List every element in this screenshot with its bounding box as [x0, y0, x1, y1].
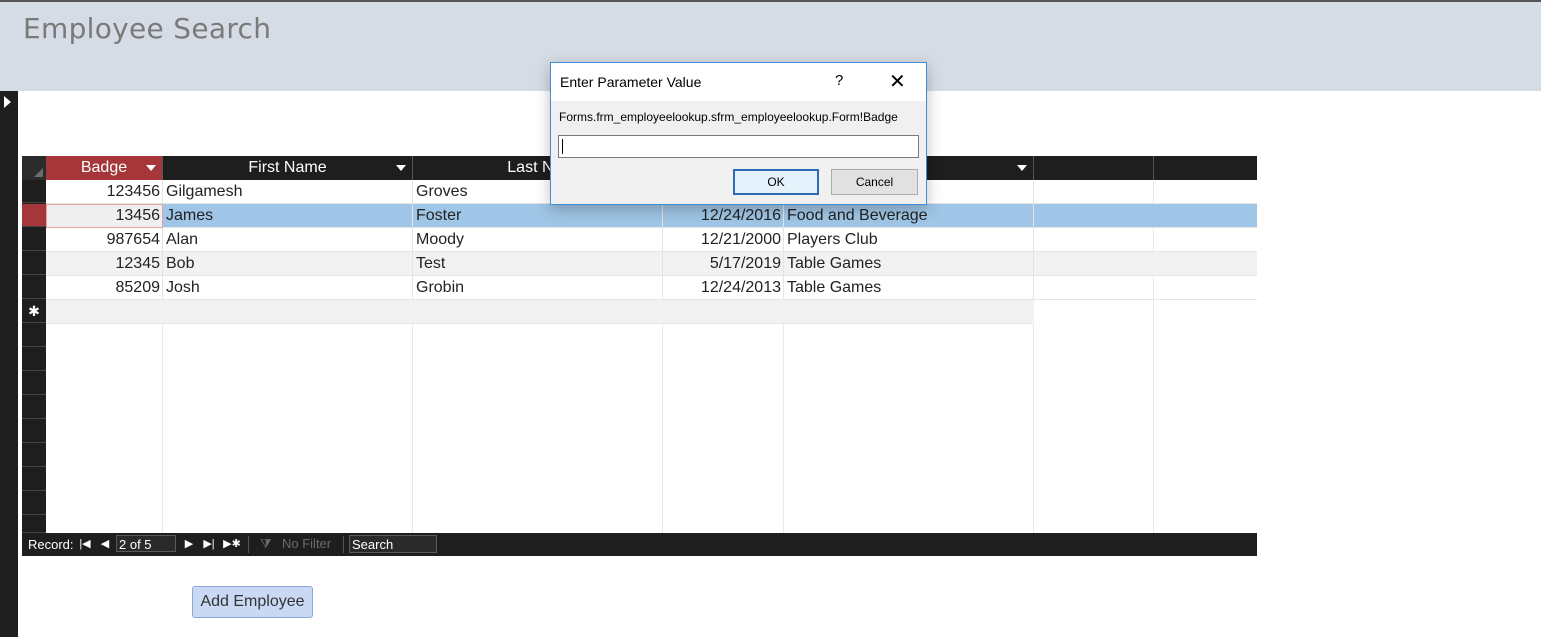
row-selector[interactable]: [22, 228, 46, 251]
first-record-icon[interactable]: |◀: [78, 536, 92, 552]
cell-first-name[interactable]: Bob: [163, 252, 413, 276]
sort-filter-dropdown-icon[interactable]: [396, 165, 406, 171]
row-selector: [22, 372, 46, 395]
row-selector[interactable]: [22, 276, 46, 299]
new-record-icon: ✱: [28, 303, 40, 319]
row-selector: [22, 444, 46, 467]
record-label: Record:: [28, 537, 74, 552]
help-icon[interactable]: ?: [835, 72, 843, 89]
dialog-title: Enter Parameter Value: [560, 74, 702, 90]
new-record-nav-icon[interactable]: ▶✱: [222, 536, 242, 552]
row-selector: [22, 420, 46, 443]
record-navigation-bar: Record: |◀ ◀ 2 of 5 ▶ ▶| ▶✱ ⧩ No Filter …: [22, 533, 1257, 556]
cell-first-name[interactable]: James: [163, 204, 413, 228]
employee-datasheet: Badge First Name Last Nar nt ✱: [22, 156, 1257, 556]
text-caret: [562, 139, 563, 154]
row-selector: [22, 324, 46, 347]
cell-last-name[interactable]: Moody: [413, 228, 663, 252]
last-record-icon[interactable]: ▶|: [202, 536, 216, 552]
column-header-empty[interactable]: [1154, 156, 1257, 180]
previous-record-icon[interactable]: ◀: [98, 536, 112, 552]
cell-badge[interactable]: 987654: [46, 228, 163, 252]
cell-badge[interactable]: 13456: [46, 204, 163, 228]
column-header-label: Badge: [80, 159, 128, 176]
table-row[interactable]: 85209 Josh Grobin 12/24/2013 Table Games: [46, 276, 1257, 300]
current-record-field[interactable]: 2 of 5: [116, 535, 176, 552]
cancel-button[interactable]: Cancel: [831, 169, 918, 195]
row-selector: [22, 396, 46, 419]
search-input[interactable]: Search: [349, 535, 437, 553]
new-record-selector[interactable]: ✱: [22, 300, 46, 323]
column-header-empty[interactable]: [1034, 156, 1154, 180]
cell-last-name[interactable]: Test: [413, 252, 663, 276]
filter-off-icon: ⧩: [260, 536, 272, 551]
table-row[interactable]: 987654 Alan Moody 12/21/2000 Players Clu…: [46, 228, 1257, 252]
cell-department[interactable]: Table Games: [784, 276, 1034, 300]
column-header-label: First Name: [248, 159, 327, 176]
cell-department[interactable]: Food and Beverage: [784, 204, 1034, 228]
cell-department[interactable]: Players Club: [784, 228, 1034, 252]
column-header-first-name[interactable]: First Name: [163, 156, 413, 180]
add-employee-button[interactable]: Add Employee: [192, 586, 313, 618]
row-selector[interactable]: [22, 252, 46, 275]
new-record-row[interactable]: [46, 300, 1034, 324]
current-record-arrow-icon: [4, 96, 11, 108]
parameter-value-input[interactable]: [558, 135, 919, 158]
cell-last-name[interactable]: Grobin: [413, 276, 663, 300]
cell-badge[interactable]: 85209: [46, 276, 163, 300]
next-record-icon[interactable]: ▶: [182, 536, 196, 552]
page-title: Employee Search: [23, 12, 272, 45]
cell-date[interactable]: 12/24/2016: [663, 204, 784, 228]
select-all-button[interactable]: [22, 156, 46, 180]
cell-department[interactable]: Table Games: [784, 252, 1034, 276]
row-selector: [22, 468, 46, 491]
row-selector: [22, 516, 46, 533]
nav-divider: [343, 536, 344, 553]
column-header-badge[interactable]: Badge: [46, 156, 163, 180]
parameter-dialog: Enter Parameter Value ? ✕ Forms.frm_empl…: [550, 62, 927, 205]
form-record-selector[interactable]: [0, 91, 18, 637]
cell-first-name[interactable]: Alan: [163, 228, 413, 252]
row-selector: [22, 492, 46, 515]
dialog-titlebar: Enter Parameter Value ? ✕: [551, 63, 926, 101]
cell-first-name[interactable]: Josh: [163, 276, 413, 300]
row-selector: [22, 348, 46, 371]
filter-toggle[interactable]: No Filter: [282, 536, 331, 551]
cell-date[interactable]: 5/17/2019: [663, 252, 784, 276]
row-selector[interactable]: [22, 180, 46, 203]
cell-date[interactable]: 12/24/2013: [663, 276, 784, 300]
parameter-prompt: Forms.frm_employeelookup.sfrm_employeelo…: [559, 110, 898, 124]
cell-badge[interactable]: 12345: [46, 252, 163, 276]
cell-date[interactable]: 12/21/2000: [663, 228, 784, 252]
row-selector-current[interactable]: [22, 204, 46, 227]
sort-filter-dropdown-icon[interactable]: [146, 165, 156, 171]
table-row-selected[interactable]: 13456 James Foster 12/24/2016 Food and B…: [46, 204, 1257, 228]
table-row[interactable]: 12345 Bob Test 5/17/2019 Table Games: [46, 252, 1257, 276]
datasheet-body: 123456 Gilgamesh Groves 13456 James Fost…: [46, 180, 1257, 533]
cell-last-name[interactable]: Foster: [413, 204, 663, 228]
sort-filter-dropdown-icon[interactable]: [1017, 165, 1027, 171]
ok-button[interactable]: OK: [733, 169, 819, 195]
nav-divider: [248, 536, 249, 553]
cell-first-name[interactable]: Gilgamesh: [163, 180, 413, 204]
close-icon[interactable]: ✕: [889, 69, 906, 93]
cell-badge[interactable]: 123456: [46, 180, 163, 204]
